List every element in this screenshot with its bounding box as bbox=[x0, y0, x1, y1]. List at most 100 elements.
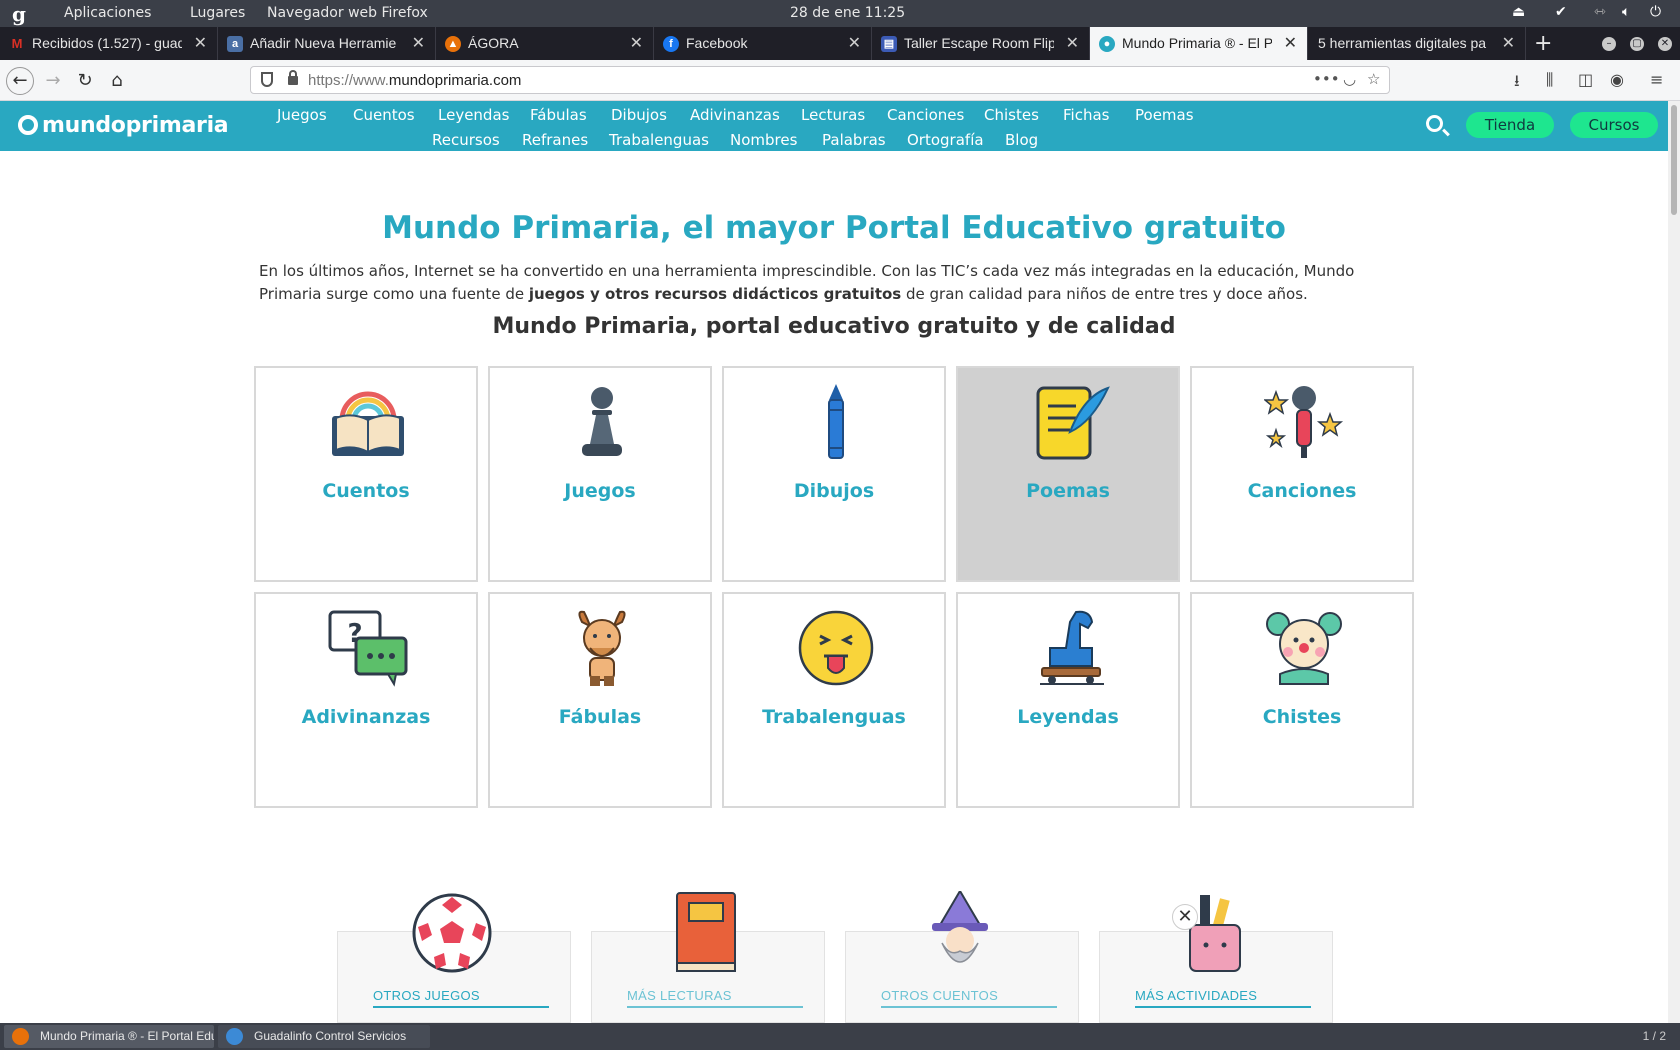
nav-link[interactable]: Palabras bbox=[822, 131, 886, 149]
card-dibujos[interactable]: Dibujos bbox=[722, 366, 946, 582]
nav-link[interactable]: Trabalenguas bbox=[609, 131, 709, 149]
nav-link[interactable]: Canciones bbox=[887, 106, 964, 124]
workspace-pager[interactable]: 1 / 2 bbox=[1643, 1029, 1666, 1043]
tab-agora[interactable]: ▲ ÁGORA ✕ bbox=[436, 27, 654, 60]
forward-button[interactable]: → bbox=[40, 68, 66, 94]
guadalinex-logo-icon[interactable]: g bbox=[12, 2, 32, 26]
bookmark-star-icon[interactable]: ☆ bbox=[1367, 70, 1380, 88]
tab-escape-room[interactable]: ▤ Taller Escape Room Flip ✕ bbox=[872, 27, 1090, 60]
card-juegos[interactable]: Juegos bbox=[488, 366, 712, 582]
nav-link[interactable]: Dibujos bbox=[611, 106, 667, 124]
card-fabulas[interactable]: Fábulas bbox=[488, 592, 712, 808]
card-label: Chistes bbox=[1262, 706, 1342, 728]
power-icon[interactable]: ⏻ bbox=[1650, 4, 1661, 20]
tab-title: 5 herramientas digitales pa bbox=[1318, 35, 1487, 51]
close-tab-icon[interactable]: ✕ bbox=[1284, 33, 1297, 53]
nav-link[interactable]: Fichas bbox=[1063, 106, 1109, 124]
places-menu[interactable]: Lugares bbox=[190, 5, 245, 21]
feature-label[interactable]: OTROS CUENTOS bbox=[881, 988, 1057, 1008]
tab-title: Añadir Nueva Herramie bbox=[250, 35, 397, 51]
library-icon[interactable]: ⫼ bbox=[1546, 70, 1553, 90]
feature-label[interactable]: MÁS LECTURAS bbox=[627, 988, 803, 1008]
search-icon[interactable] bbox=[1426, 115, 1443, 132]
new-tab-button[interactable]: + bbox=[1534, 31, 1552, 56]
site-logo[interactable]: mundoprimaria bbox=[18, 113, 229, 138]
close-overlay-button[interactable]: ✕ bbox=[1172, 904, 1198, 930]
microphone-stars-icon bbox=[1264, 386, 1344, 458]
taskbar-item-firefox[interactable]: Mundo Primaria ® - El Portal Educ... bbox=[4, 1025, 214, 1048]
browser-menu[interactable]: Navegador web Firefox bbox=[267, 5, 428, 21]
nav-link[interactable]: Nombres bbox=[730, 131, 797, 149]
card-trabalenguas[interactable]: Trabalenguas bbox=[722, 592, 946, 808]
close-tab-icon[interactable]: ✕ bbox=[1502, 33, 1515, 53]
account-icon[interactable]: ◉ bbox=[1610, 70, 1624, 89]
network-icon[interactable]: ⇿ bbox=[1594, 4, 1606, 20]
feature-label[interactable]: MÁS ACTIVIDADES bbox=[1135, 988, 1311, 1008]
tab-herramienta[interactable]: a Añadir Nueva Herramie ✕ bbox=[218, 27, 436, 60]
feature-label[interactable]: OTROS JUEGOS bbox=[373, 988, 549, 1008]
card-leyendas[interactable]: Leyendas bbox=[956, 592, 1180, 808]
nav-link[interactable]: Cuentos bbox=[353, 106, 415, 124]
shop-button[interactable]: Tienda bbox=[1466, 112, 1554, 138]
page-actions-icon[interactable]: ••• bbox=[1313, 70, 1340, 88]
sidebar-icon[interactable]: ◫ bbox=[1578, 70, 1593, 89]
nav-link[interactable]: Adivinanzas bbox=[690, 106, 780, 124]
card-label: Fábulas bbox=[558, 706, 642, 728]
nav-link[interactable]: Chistes bbox=[984, 106, 1039, 124]
card-cuentos[interactable]: Cuentos bbox=[254, 366, 478, 582]
close-tab-icon[interactable]: ✕ bbox=[194, 33, 207, 53]
courses-button[interactable]: Cursos bbox=[1570, 112, 1658, 138]
intro-paragraph: En los últimos años, Internet se ha conv… bbox=[259, 260, 1414, 306]
card-canciones[interactable]: Canciones bbox=[1190, 366, 1414, 582]
close-tab-icon[interactable]: ✕ bbox=[630, 33, 643, 53]
scrollbar-thumb[interactable] bbox=[1671, 105, 1677, 215]
taskbar-item-guadalinfo[interactable]: Guadalinfo Control Servicios bbox=[218, 1025, 430, 1048]
pocket-icon[interactable]: ◡ bbox=[1343, 70, 1356, 88]
close-window-button[interactable]: ✕ bbox=[1658, 37, 1672, 51]
nav-link[interactable]: Lecturas bbox=[801, 106, 865, 124]
question-bubbles-icon: ? bbox=[328, 610, 408, 687]
forms-icon: ▤ bbox=[881, 36, 897, 52]
home-button[interactable]: ⌂ bbox=[104, 68, 130, 94]
card-chistes[interactable]: Chistes bbox=[1190, 592, 1414, 808]
close-tab-icon[interactable]: ✕ bbox=[1066, 33, 1079, 53]
nav-link[interactable]: Recursos bbox=[432, 131, 500, 149]
facebook-icon: f bbox=[663, 36, 679, 52]
volume-icon[interactable]: 🔈︎ bbox=[1622, 4, 1630, 20]
card-adivinanzas[interactable]: ? Adivinanzas bbox=[254, 592, 478, 808]
tab-mundo-primaria[interactable]: ● Mundo Primaria ® - El P ✕ bbox=[1090, 27, 1308, 60]
tracking-protection-icon[interactable] bbox=[261, 72, 273, 87]
card-label: Poemas bbox=[1026, 480, 1110, 502]
eject-icon[interactable]: ⏏ bbox=[1512, 4, 1525, 20]
downloads-icon[interactable]: ⭳ bbox=[1514, 70, 1520, 97]
minimize-window-button[interactable]: – bbox=[1602, 37, 1616, 51]
nav-link[interactable]: Fábulas bbox=[530, 106, 587, 124]
red-book-icon bbox=[676, 892, 736, 972]
tab-facebook[interactable]: f Facebook ✕ bbox=[654, 27, 872, 60]
maximize-window-button[interactable]: ▢ bbox=[1630, 37, 1644, 51]
page-scrollbar[interactable] bbox=[1668, 101, 1680, 1023]
clock[interactable]: 28 de ene 11:25 bbox=[790, 5, 905, 21]
address-bar[interactable]: https://www.mundoprimaria.com ••• ◡ ☆ bbox=[250, 66, 1390, 94]
close-tab-icon[interactable]: ✕ bbox=[848, 33, 861, 53]
card-label: Canciones bbox=[1247, 480, 1357, 502]
applications-menu[interactable]: Aplicaciones bbox=[64, 5, 151, 21]
nav-link[interactable]: Refranes bbox=[522, 131, 588, 149]
update-check-icon[interactable]: ✔ bbox=[1555, 4, 1567, 20]
nav-link[interactable]: Blog bbox=[1005, 131, 1038, 149]
nav-link[interactable]: Leyendas bbox=[438, 106, 509, 124]
app-icon: a bbox=[227, 36, 243, 52]
hamburger-menu-icon[interactable]: ≡ bbox=[1650, 70, 1663, 89]
lock-icon[interactable] bbox=[288, 70, 298, 85]
tab-gmail[interactable]: M Recibidos (1.527) - guad ✕ bbox=[0, 27, 218, 60]
nav-link[interactable]: Ortografía bbox=[907, 131, 984, 149]
card-poemas[interactable]: Poemas bbox=[956, 366, 1180, 582]
back-button[interactable]: ← bbox=[6, 67, 34, 95]
nav-link[interactable]: Poemas bbox=[1135, 106, 1194, 124]
url-text[interactable]: https://www.mundoprimaria.com bbox=[308, 72, 521, 89]
close-tab-icon[interactable]: ✕ bbox=[412, 33, 425, 53]
nav-link[interactable]: Juegos bbox=[277, 106, 327, 124]
tab-herramientas-digitales[interactable]: 5 herramientas digitales pa ✕ bbox=[1308, 27, 1526, 60]
reload-button[interactable]: ↻ bbox=[72, 68, 98, 94]
firefox-icon bbox=[12, 1028, 29, 1045]
